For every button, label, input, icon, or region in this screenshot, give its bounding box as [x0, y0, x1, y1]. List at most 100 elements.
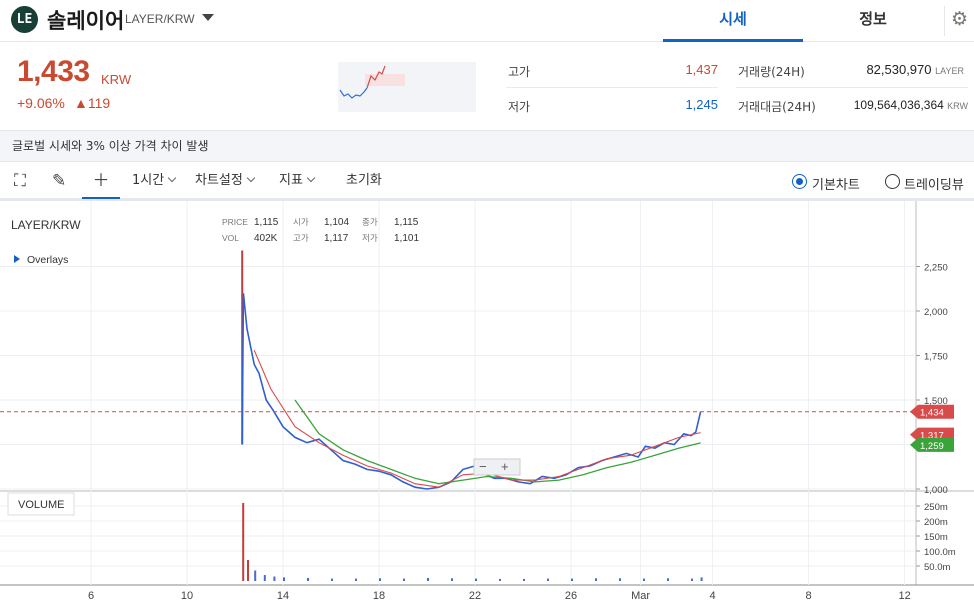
- x-tick-label: 8: [806, 590, 812, 602]
- x-tick-label: 4: [710, 590, 716, 602]
- amount-unit: KRW: [947, 101, 968, 111]
- coin-name[interactable]: 솔레이어: [47, 5, 124, 35]
- fullscreen-icon[interactable]: ⛶: [14, 163, 26, 199]
- volume-bar: [691, 578, 693, 581]
- coin-logo-icon: LE: [11, 6, 38, 33]
- high-label: 고가: [508, 65, 531, 79]
- info-open-value: 1,104: [324, 217, 349, 228]
- high-value: 1,437: [685, 62, 718, 77]
- volume-unit: LAYER: [935, 66, 964, 76]
- info-close-label: 종가: [362, 217, 378, 227]
- mini-chart: [338, 62, 476, 112]
- overlays-label: Overlays: [27, 254, 68, 266]
- y-tick-label: 2,000: [924, 307, 948, 318]
- reset-button[interactable]: 초기화: [346, 163, 382, 199]
- volume-bar: [307, 578, 309, 581]
- volume-bar: [523, 578, 525, 581]
- volume-bar: [379, 578, 381, 581]
- volume-bar: [667, 578, 669, 581]
- info-high-label: 고가: [293, 233, 309, 243]
- volume-bar: [571, 578, 573, 581]
- y-tick-label: 2,250: [924, 263, 948, 274]
- price-unit: KRW: [101, 72, 132, 87]
- price-tag-label: 1,259: [920, 441, 944, 452]
- gear-icon[interactable]: ⚙: [944, 6, 974, 36]
- radio-basic-chart[interactable]: [792, 174, 807, 189]
- info-close-value: 1,115: [394, 217, 419, 228]
- chevron-down-icon: [167, 173, 177, 183]
- zoom-out-icon: −: [479, 459, 487, 474]
- volume-bar: [283, 577, 285, 581]
- top-bar: LE 솔레이어 LAYER/KRW 시세 정보 ⚙: [0, 0, 974, 42]
- tab-quote[interactable]: 시세: [663, 0, 803, 42]
- price-tag: 1,434: [910, 404, 954, 419]
- volume-bar: [547, 578, 549, 581]
- coin-dropdown-icon[interactable]: [202, 14, 214, 21]
- volume-bar: [331, 578, 333, 581]
- change-percent: +9.06%: [17, 95, 65, 111]
- volume-label: 거래량(24H): [738, 65, 805, 79]
- volume-tick-label: 50.0m: [924, 562, 950, 573]
- volume-bar: [242, 503, 245, 581]
- info-high-value: 1,117: [324, 233, 349, 244]
- x-tick-label: 10: [181, 590, 193, 602]
- x-tick-label: Mar: [631, 590, 650, 602]
- volume-bar: [619, 578, 621, 581]
- radio-tradingview-label[interactable]: 트레이딩뷰: [904, 174, 964, 193]
- x-tick-label: 12: [898, 590, 910, 602]
- chevron-down-icon: [306, 173, 316, 183]
- volume-bar: [355, 578, 357, 581]
- low-label: 저가: [508, 100, 531, 114]
- volume-bar: [643, 578, 645, 581]
- low-value: 1,245: [685, 97, 718, 112]
- chart-symbol-label: LAYER/KRW: [11, 218, 81, 232]
- info-price-label: PRICE: [222, 217, 248, 227]
- interval-dropdown[interactable]: 1시간: [132, 163, 177, 199]
- info-price-value: 1,115: [254, 217, 279, 228]
- volume-bar: [700, 577, 703, 581]
- amount-label: 거래대금(24H): [738, 100, 816, 114]
- y-tick-label: 1,750: [924, 352, 948, 363]
- price-tag-label: 1,434: [920, 408, 944, 419]
- stat-divider: [736, 87, 968, 88]
- x-tick-label: 22: [469, 590, 481, 602]
- info-open-label: 시가: [293, 217, 309, 227]
- x-tick-label: 14: [277, 590, 289, 602]
- volume-bar: [595, 578, 597, 581]
- info-vol-label: VOL: [222, 233, 239, 243]
- x-tick-label: 18: [373, 590, 385, 602]
- stat-divider: [506, 87, 718, 88]
- crosshair-icon[interactable]: ＋: [82, 163, 120, 199]
- info-vol-value: 402K: [254, 233, 278, 244]
- volume-tick-label: 150m: [924, 532, 948, 543]
- volume-bar: [403, 578, 405, 581]
- info-low-label: 저가: [362, 233, 378, 243]
- chevron-down-icon: [246, 173, 256, 183]
- radio-tradingview[interactable]: [885, 174, 900, 189]
- volume-bar: [475, 578, 477, 581]
- volume-bar: [247, 560, 249, 581]
- info-low-value: 1,101: [394, 233, 419, 244]
- indicators-dropdown[interactable]: 지표: [279, 163, 316, 199]
- tab-info[interactable]: 정보: [803, 0, 943, 42]
- volume-bar: [254, 570, 257, 581]
- volume-tick-label: 100.0m: [924, 547, 956, 558]
- mini-chart-line-blue: [339, 87, 368, 99]
- radio-basic-label[interactable]: 기본차트: [812, 174, 860, 193]
- change-amount: ▲119: [74, 95, 111, 111]
- pencil-icon[interactable]: ✎: [52, 163, 66, 199]
- price-chart[interactable]: 6 10 14 18 22 26 Mar 4 8 122,2502,0001,7501,5001,…: [0, 201, 974, 613]
- volume-bar: [263, 575, 266, 581]
- volume-value: 82,530,970 LAYER: [866, 62, 964, 77]
- coin-pair[interactable]: LAYER/KRW: [125, 12, 195, 26]
- amount-value: 109,564,036,364 KRW: [853, 98, 968, 112]
- zoom-in-icon: +: [501, 459, 509, 474]
- price-gap-notice: 글로벌 시세와 3% 이상 가격 차이 발생: [0, 130, 974, 162]
- volume-tick-label: 200m: [924, 517, 948, 528]
- current-price: 1,433: [17, 55, 90, 88]
- chart-settings-dropdown[interactable]: 차트설정: [195, 163, 256, 199]
- volume-bar: [451, 578, 453, 581]
- volume-bar: [499, 578, 501, 581]
- x-tick-label: 6: [88, 590, 94, 602]
- price-tag: 1,259: [910, 437, 954, 452]
